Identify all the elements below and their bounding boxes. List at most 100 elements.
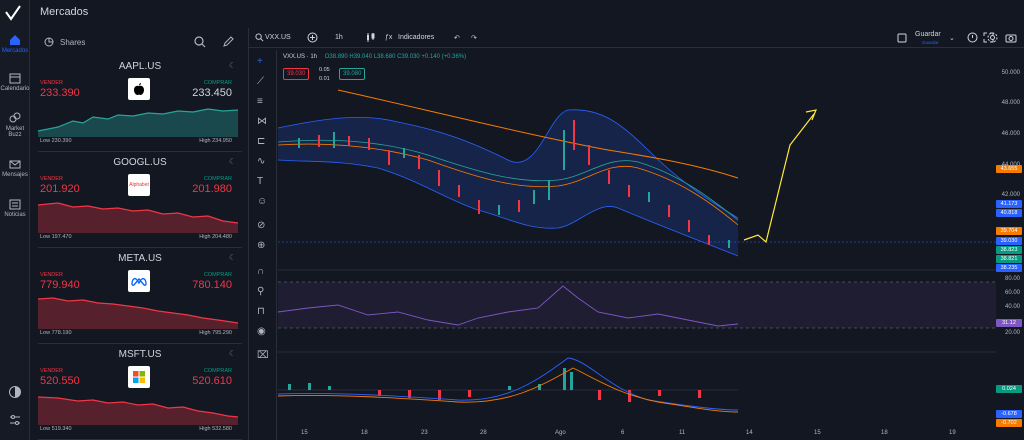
price-tag: 38.821 xyxy=(996,255,1022,263)
buy-price[interactable]: 780.140 xyxy=(192,279,232,291)
projection-icon[interactable]: ⊏ xyxy=(257,136,265,147)
search-icon[interactable] xyxy=(194,36,206,48)
settings-gear-icon[interactable] xyxy=(987,32,998,43)
price-axis-label: 46.000 xyxy=(1001,131,1020,137)
sparkline-chart xyxy=(37,108,239,137)
sell-label: VENDER xyxy=(40,272,63,278)
layout-square-icon[interactable] xyxy=(897,33,907,43)
nav-item-calendario[interactable]: Calendario xyxy=(0,72,30,92)
ruler-icon[interactable]: ⊘ xyxy=(257,220,265,231)
rsi-axis-label: 60.00 xyxy=(1004,290,1020,296)
day-low: Low 230.390 xyxy=(40,138,72,144)
watchlist-card-aapl[interactable]: AAPL.US ☾ VENDER 233.390 COMPRAR 233.450… xyxy=(37,56,242,152)
buy-label: COMPRAR xyxy=(203,368,232,374)
time-axis-label: 15 xyxy=(301,430,308,436)
sell-label: VENDER xyxy=(40,176,63,182)
time-axis-label: 6 xyxy=(621,430,625,436)
nav-label: Calendario xyxy=(0,86,30,92)
macd-tag: -0.702 xyxy=(996,419,1022,427)
day-high: High 532.580 xyxy=(199,426,232,432)
emoji-icon[interactable]: ☺ xyxy=(257,196,267,207)
rsi-axis-label: 40.00 xyxy=(1004,304,1020,310)
microsoft-logo-icon xyxy=(128,366,150,388)
nav-item-mensajes[interactable]: Mensajes xyxy=(0,158,30,178)
nav-label: Noticias xyxy=(4,212,26,218)
price-axis-label: 50.000 xyxy=(1001,70,1020,76)
news-icon xyxy=(9,199,21,210)
time-axis-label: 23 xyxy=(421,430,428,436)
pattern-icon[interactable]: ⋈ xyxy=(257,116,267,127)
chevron-down-icon[interactable]: ⌄ xyxy=(949,34,955,42)
time-axis-label: Ago xyxy=(555,430,566,436)
price-tag: 38.235 xyxy=(996,264,1022,272)
buy-label: COMPRAR xyxy=(203,176,232,182)
text-icon[interactable]: T xyxy=(257,176,263,187)
indicators-icon[interactable]: ƒx xyxy=(385,34,392,41)
day-low: Low 778.190 xyxy=(40,330,72,336)
sell-price[interactable]: 520.550 xyxy=(40,375,80,387)
trendline-icon[interactable]: ⟋ xyxy=(257,76,264,87)
add-symbol-icon[interactable] xyxy=(307,32,318,43)
symbol-selector[interactable]: VXX.US xyxy=(265,34,291,41)
theme-toggle-icon[interactable] xyxy=(8,385,22,399)
buy-price[interactable]: 520.610 xyxy=(192,375,232,387)
settings-sliders-icon[interactable] xyxy=(8,413,22,427)
day-high: High 795.290 xyxy=(199,330,232,336)
trash-icon[interactable]: ⌧ xyxy=(257,350,269,361)
time-axis-label: 15 xyxy=(814,430,821,436)
card-symbol: GOOGL.US xyxy=(113,157,167,168)
rsi-tag: 31.12 xyxy=(996,319,1022,327)
price-axis-label: 42.000 xyxy=(1001,192,1020,198)
price-tag: 38.823 xyxy=(996,246,1022,254)
buy-label: COMPRAR xyxy=(203,80,232,86)
buy-price[interactable]: 233.450 xyxy=(192,87,232,99)
undo-icon[interactable]: ↶ xyxy=(454,34,460,42)
sell-price[interactable]: 233.390 xyxy=(40,87,80,99)
zoom-in-icon[interactable]: ⊕ xyxy=(257,240,265,251)
time-axis-label: 18 xyxy=(361,430,368,436)
symbol-search-icon[interactable] xyxy=(255,33,264,42)
nav-label: Mercados xyxy=(1,48,29,54)
buy-price[interactable]: 201.980 xyxy=(192,183,232,195)
sell-price[interactable]: 779.940 xyxy=(40,279,80,291)
time-axis-label: 19 xyxy=(949,430,956,436)
sparkline-chart xyxy=(37,297,239,329)
watchlist-title: Shares xyxy=(60,38,86,47)
save-button[interactable]: Guardar xyxy=(915,31,941,38)
apple-logo-icon xyxy=(128,78,150,100)
price-tag: 43.655 xyxy=(996,165,1022,173)
lock-icon[interactable]: ⊓ xyxy=(257,306,265,317)
time-axis-label: 28 xyxy=(480,430,487,436)
edit-pencil-icon[interactable] xyxy=(222,36,234,48)
redo-icon[interactable]: ↷ xyxy=(471,34,477,42)
card-symbol: AAPL.US xyxy=(118,61,162,72)
rsi-axis-label: 20.00 xyxy=(1004,330,1020,336)
fib-retracement-icon[interactable]: ≡ xyxy=(257,96,263,107)
camera-icon[interactable] xyxy=(1005,32,1017,43)
moon-icon: ☾ xyxy=(228,349,236,358)
lock-drawing-icon[interactable]: ⚲ xyxy=(257,286,264,297)
nav-item-mercados[interactable]: Mercados xyxy=(0,34,30,54)
nav-label: Mensajes xyxy=(2,172,28,178)
sell-price[interactable]: 201.920 xyxy=(40,183,80,195)
price-chart-canvas[interactable] xyxy=(277,50,996,428)
eye-icon[interactable]: ◉ xyxy=(257,326,266,337)
nav-item-market-buzz[interactable]: Market Buzz xyxy=(0,112,30,138)
sparkline-chart xyxy=(37,202,239,233)
indicators-button[interactable]: Indicadores xyxy=(398,34,434,41)
candles-type-icon[interactable] xyxy=(365,32,376,43)
sell-label: VENDER xyxy=(40,368,63,374)
price-tag: 41.173 xyxy=(996,200,1022,208)
nav-item-noticias[interactable]: Noticias xyxy=(0,198,30,218)
magnet-icon[interactable]: ∩ xyxy=(257,266,264,277)
crosshair-icon[interactable]: + xyxy=(257,56,263,67)
alert-icon[interactable] xyxy=(967,32,978,43)
brush-icon[interactable]: ∿ xyxy=(257,156,265,167)
watchlist-card-meta[interactable]: META.US ☾ VENDER 779.940 COMPRAR 780.140… xyxy=(37,248,242,344)
watchlist-card-msft[interactable]: MSFT.US ☾ VENDER 520.550 COMPRAR 520.610… xyxy=(37,344,242,440)
interval-selector[interactable]: 1h xyxy=(335,34,343,41)
rsi-axis-label: 80.00 xyxy=(1004,276,1020,282)
watchlist-card-googl[interactable]: GOOGL.US ☾ VENDER 201.920 Alphabet COMPR… xyxy=(37,152,242,248)
sparkline-chart xyxy=(37,396,239,425)
watchlist-panel: Shares AAPL.US ☾ VENDER 233.390 COMPRAR … xyxy=(34,28,246,440)
